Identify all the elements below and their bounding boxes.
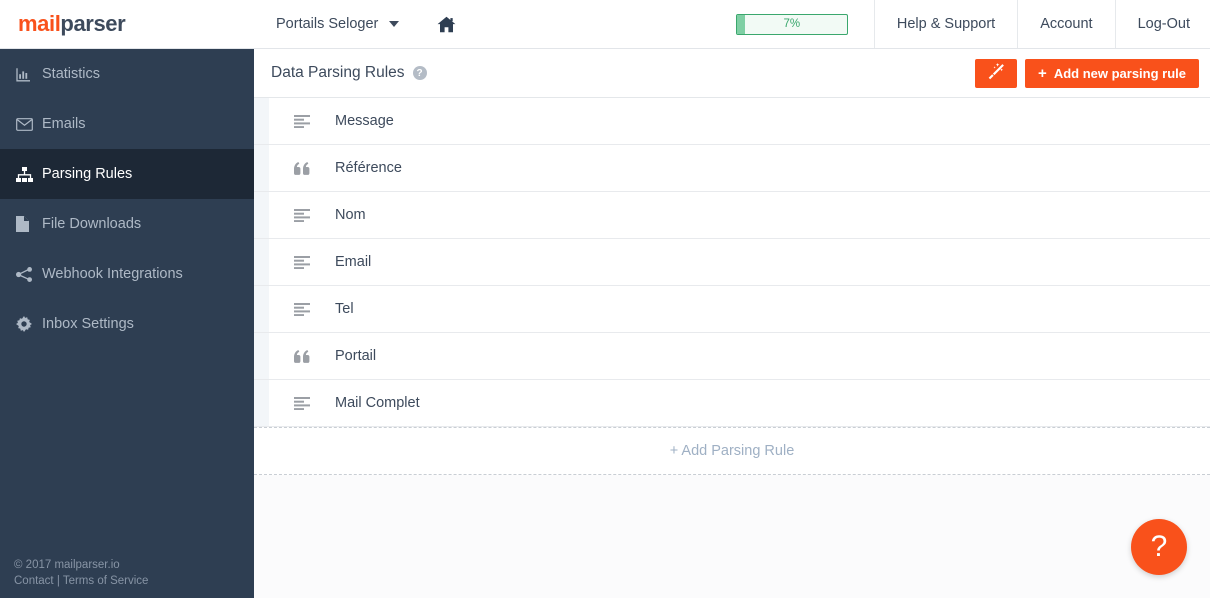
sidebar-item-webhook-integrations[interactable]: Webhook Integrations	[0, 249, 254, 299]
footer-copyright: © 2017 mailparser.io	[14, 558, 120, 571]
rule-name: Portail	[335, 348, 377, 364]
drag-handle[interactable]	[254, 192, 269, 238]
rule-name: Message	[335, 113, 394, 129]
page-header: Data Parsing Rules ? + Add new parsing r…	[254, 49, 1210, 98]
drag-handle[interactable]	[254, 286, 269, 332]
brand-text-dark: parser	[60, 11, 126, 36]
file-icon	[16, 216, 42, 232]
brand-logo[interactable]: mailparser	[0, 0, 254, 48]
help-fab[interactable]: ?	[1131, 519, 1187, 575]
sidebar-item-statistics[interactable]: Statistics	[0, 49, 254, 99]
sidebar-item-parsing-rules[interactable]: Parsing Rules	[0, 149, 254, 199]
rule-name: Email	[335, 254, 372, 270]
table-row[interactable]: Portail	[254, 333, 1210, 380]
sidebar-item-label: Emails	[42, 115, 86, 132]
parsing-rules-list: Message Référence Nom Email Tel Portail …	[254, 98, 1210, 475]
brand-text-orange: mail	[18, 11, 61, 36]
rule-name: Tel	[335, 301, 354, 317]
chevron-down-icon	[389, 21, 400, 27]
footer-links: Contact | Terms of Service	[14, 573, 148, 590]
add-new-parsing-rule-label: Add new parsing rule	[1053, 65, 1186, 81]
add-new-parsing-rule-button[interactable]: + Add new parsing rule	[1025, 58, 1199, 88]
quote-left-icon	[269, 161, 335, 175]
sidebar-item-emails[interactable]: Emails	[0, 99, 254, 149]
sidebar-item-label: File Downloads	[42, 215, 142, 232]
quota-progress-label: 7%	[783, 18, 801, 30]
sidebar-item-inbox-settings[interactable]: Inbox Settings	[0, 299, 254, 349]
quote-left-icon	[269, 349, 335, 363]
nav-help-support[interactable]: Help & Support	[875, 0, 1019, 48]
align-left-icon	[269, 114, 335, 128]
question-circle-icon[interactable]: ?	[412, 66, 427, 80]
footer-terms-link[interactable]: Terms of Service	[63, 575, 149, 587]
drag-handle[interactable]	[254, 380, 269, 426]
footer-separator: |	[53, 575, 63, 588]
nav-logout[interactable]: Log-Out	[1116, 0, 1210, 48]
envelope-icon	[16, 117, 42, 131]
align-left-icon	[269, 255, 335, 269]
align-left-icon	[269, 302, 335, 316]
header-actions: + Add new parsing rule	[975, 58, 1199, 88]
table-row[interactable]: Mail Complet	[254, 380, 1210, 427]
rule-name: Mail Complet	[335, 395, 420, 411]
align-left-icon	[269, 208, 335, 222]
app-root: mailparser Portails Seloger 7% Help & Su…	[0, 0, 1210, 598]
sidebar: Statistics Emails Parsing Rules File Dow…	[0, 49, 254, 598]
table-row[interactable]: Tel	[254, 286, 1210, 333]
add-parsing-rule-row[interactable]: + Add Parsing Rule	[254, 427, 1210, 474]
align-left-icon	[269, 396, 335, 410]
footer-contact-link[interactable]: Contact	[14, 575, 54, 587]
sidebar-item-label: Parsing Rules	[42, 165, 133, 182]
table-row[interactable]: Email	[254, 239, 1210, 286]
bar-chart-icon	[16, 67, 42, 82]
drag-handle[interactable]	[254, 145, 269, 191]
page-title: Data Parsing Rules	[271, 64, 405, 81]
account-selector-label: Portails Seloger	[276, 16, 379, 32]
gear-icon	[16, 316, 42, 332]
sidebar-item-label: Inbox Settings	[42, 315, 134, 332]
main-content: Data Parsing Rules ? + Add new parsing r…	[254, 49, 1210, 598]
top-nav-right: 7% Help & Support Account Log-Out	[735, 0, 1210, 48]
home-icon	[437, 16, 456, 33]
magic-wand-button[interactable]	[975, 58, 1018, 88]
drag-handle[interactable]	[254, 239, 269, 285]
table-row[interactable]: Nom	[254, 192, 1210, 239]
quota-progress-bar: 7%	[735, 13, 848, 35]
quota-container: 7%	[735, 0, 875, 48]
nav-account[interactable]: Account	[1018, 0, 1116, 48]
top-nav-left: Portails Seloger	[254, 0, 476, 48]
sidebar-item-label: Statistics	[42, 65, 101, 82]
table-row[interactable]: Message	[254, 98, 1210, 145]
magic-wand-icon	[988, 63, 1005, 83]
top-bar: mailparser Portails Seloger 7% Help & Su…	[0, 0, 1210, 49]
share-nodes-icon	[16, 266, 42, 282]
sidebar-footer: © 2017 mailparser.io Contact | Terms of …	[14, 557, 148, 590]
rule-name: Nom	[335, 207, 366, 223]
rule-name: Référence	[335, 160, 402, 176]
table-row[interactable]: Référence	[254, 145, 1210, 192]
plus-icon: +	[1038, 64, 1047, 82]
sidebar-item-file-downloads[interactable]: File Downloads	[0, 199, 254, 249]
sidebar-item-label: Webhook Integrations	[42, 265, 183, 282]
sitemap-icon	[16, 166, 42, 182]
account-selector[interactable]: Portails Seloger	[254, 0, 417, 48]
brand-text: mailparser	[18, 11, 126, 37]
drag-handle[interactable]	[254, 98, 269, 144]
home-button[interactable]	[417, 0, 476, 48]
drag-handle[interactable]	[254, 333, 269, 379]
